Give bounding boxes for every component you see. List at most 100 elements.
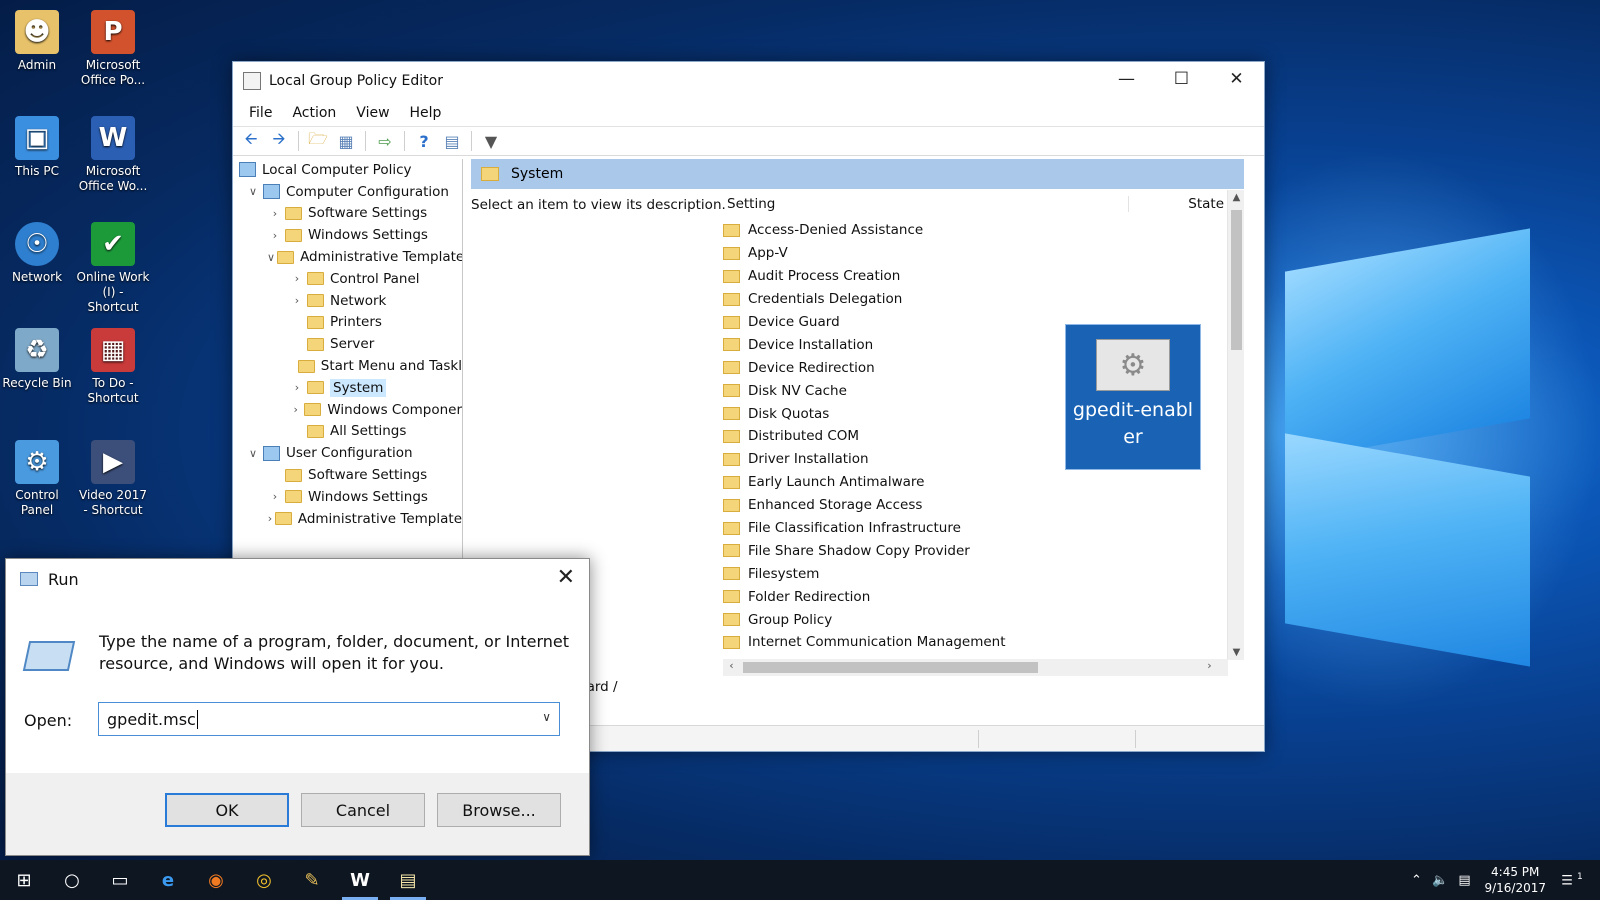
desktop-icon-word[interactable]: W Microsoft Office Wo...	[76, 116, 150, 194]
chevron-right-icon[interactable]: ›	[289, 294, 305, 307]
desktop-icon-control-panel[interactable]: ⚙ Control Panel	[0, 440, 74, 518]
clock[interactable]: 4:45 PM 9/16/2017	[1484, 864, 1546, 896]
chevron-right-icon[interactable]: ›	[289, 272, 305, 285]
menu-action[interactable]: Action	[282, 105, 346, 121]
desktop-icon-todo[interactable]: ▦ To Do - Shortcut	[76, 328, 150, 406]
tree-item[interactable]: › Windows Componer	[235, 399, 462, 421]
list-item[interactable]: Group Policy	[723, 608, 1228, 631]
scroll-up-icon[interactable]: ▲	[1228, 192, 1245, 203]
chevron-down-icon[interactable]: ∨	[267, 251, 275, 264]
up-folder-icon[interactable]: 🗁	[306, 129, 330, 153]
chevron-up-icon[interactable]: ⌃	[1404, 873, 1428, 888]
tree-item-label: Computer Configuration	[286, 183, 449, 200]
menu-file[interactable]: File	[239, 105, 282, 121]
tree-item[interactable]: › Administrative Template	[235, 508, 462, 530]
column-state[interactable]: State	[1128, 196, 1228, 212]
chevron-down-icon[interactable]: ∨	[245, 185, 261, 198]
tree-item[interactable]: Printers	[235, 312, 462, 334]
properties-icon[interactable]: ▤	[440, 129, 464, 153]
word-icon[interactable]: W	[336, 860, 384, 900]
desktop-icon-powerpoint[interactable]: P Microsoft Office Po...	[76, 10, 150, 88]
chevron-right-icon[interactable]: ›	[267, 207, 283, 220]
tree-item[interactable]: › Windows Settings	[235, 224, 462, 246]
tree-item[interactable]: › Control Panel	[235, 268, 462, 290]
back-arrow-icon[interactable]: 🡨	[239, 129, 263, 153]
chevron-right-icon[interactable]: ›	[267, 512, 273, 525]
tree-item[interactable]: Software Settings	[235, 464, 462, 486]
forward-arrow-icon[interactable]: 🡪	[267, 129, 291, 153]
show-hide-tree-icon[interactable]: ▦	[334, 129, 358, 153]
list-item[interactable]: Internet Communication Management	[723, 631, 1228, 654]
scroll-down-icon[interactable]: ▼	[1228, 647, 1245, 658]
edge-icon[interactable]: e	[144, 860, 192, 900]
task-view-icon[interactable]: ▭	[96, 860, 144, 900]
browse-button[interactable]: Browse...	[437, 793, 561, 827]
desktop-icon-admin[interactable]: ☻ Admin	[0, 10, 74, 73]
chrome-icon[interactable]: ◎	[240, 860, 288, 900]
desktop-icon-network[interactable]: ☉ Network	[0, 222, 74, 285]
tree-item[interactable]: Start Menu and Taskl	[235, 355, 462, 377]
vertical-scrollbar[interactable]: ▲ ▼	[1227, 190, 1244, 660]
minimize-button[interactable]: —	[1099, 62, 1154, 96]
list-item[interactable]: File Classification Infrastructure	[723, 517, 1228, 540]
list-item[interactable]: Audit Process Creation	[723, 265, 1228, 288]
list-item[interactable]: Early Launch Antimalware	[723, 471, 1228, 494]
folder-icon	[723, 338, 740, 352]
tree-item[interactable]: › Software Settings	[235, 203, 462, 225]
list-item[interactable]: App-V	[723, 242, 1228, 265]
scroll-right-icon[interactable]: ›	[1201, 659, 1218, 672]
tree-item[interactable]: › Windows Settings	[235, 486, 462, 508]
menu-help[interactable]: Help	[400, 105, 452, 121]
tree-item[interactable]: ∨ Computer Configuration	[235, 181, 462, 203]
chevron-right-icon[interactable]: ›	[267, 490, 283, 503]
tree-item[interactable]: ∨ Administrative Template	[235, 246, 462, 268]
start-icon[interactable]: ⊞	[0, 860, 48, 900]
title-bar[interactable]: Local Group Policy Editor — ☐ ✕	[233, 62, 1264, 100]
menu-view[interactable]: View	[346, 105, 399, 121]
desktop-icon-this-pc[interactable]: ▣ This PC	[0, 116, 74, 179]
scroll-thumb[interactable]	[1231, 210, 1242, 350]
tree-item[interactable]: › Network	[235, 290, 462, 312]
list-item[interactable]: Folder Redirection	[723, 585, 1228, 608]
open-input[interactable]: gpedit.msc ∨	[98, 702, 560, 736]
close-button[interactable]: ✕	[1209, 62, 1264, 96]
list-item[interactable]: Credentials Delegation	[723, 288, 1228, 311]
help-icon[interactable]: ?	[412, 129, 436, 153]
list-item[interactable]: File Share Shadow Copy Provider	[723, 539, 1228, 562]
ok-button[interactable]: OK	[165, 793, 289, 827]
search-icon[interactable]: ○	[48, 860, 96, 900]
scroll-thumb[interactable]	[743, 662, 1038, 673]
maximize-button[interactable]: ☐	[1154, 62, 1209, 96]
desktop-icon-video[interactable]: ▶ Video 2017 - Shortcut	[76, 440, 150, 518]
list-item[interactable]: Access-Denied Assistance	[723, 219, 1228, 242]
list-item[interactable]: Filesystem	[723, 562, 1228, 585]
tree-item[interactable]: ∨ User Configuration	[235, 442, 462, 464]
network-tray-icon[interactable]: ▤	[1452, 873, 1476, 888]
run-title-bar[interactable]: Run ✕	[6, 559, 589, 599]
chevron-right-icon[interactable]: ›	[289, 381, 305, 394]
tool-icon[interactable]: ✎	[288, 860, 336, 900]
tree-item[interactable]: All Settings	[235, 421, 462, 443]
tree-item[interactable]: Local Computer Policy	[235, 159, 462, 181]
close-icon[interactable]: ✕	[557, 565, 575, 590]
gpedit-enabler-file[interactable]: ⚙ gpedit-enabl er	[1065, 324, 1201, 470]
horizontal-scrollbar[interactable]: ‹ ›	[723, 659, 1228, 676]
notepad-icon[interactable]: ▤	[384, 860, 432, 900]
filter-icon[interactable]: ▼	[479, 129, 503, 153]
column-setting[interactable]: Setting	[723, 196, 1128, 212]
tree-item[interactable]: Server	[235, 333, 462, 355]
desktop-icon-recycle-bin[interactable]: ♻ Recycle Bin	[0, 328, 74, 391]
chevron-down-icon[interactable]: ∨	[542, 710, 551, 724]
chevron-right-icon[interactable]: ›	[289, 403, 302, 416]
chevron-right-icon[interactable]: ›	[267, 229, 283, 242]
cancel-button[interactable]: Cancel	[301, 793, 425, 827]
notification-icon[interactable]: ☰ 1	[1560, 872, 1584, 888]
firefox-icon[interactable]: ◉	[192, 860, 240, 900]
export-list-icon[interactable]: ⇨	[373, 129, 397, 153]
tree-item[interactable]: › System	[235, 377, 462, 399]
volume-icon[interactable]: 🔈	[1428, 873, 1452, 888]
chevron-down-icon[interactable]: ∨	[245, 447, 261, 460]
desktop-icon-online-work[interactable]: ✔ Online Work (I) - Shortcut	[76, 222, 150, 315]
scroll-left-icon[interactable]: ‹	[723, 659, 740, 672]
list-item[interactable]: Enhanced Storage Access	[723, 494, 1228, 517]
